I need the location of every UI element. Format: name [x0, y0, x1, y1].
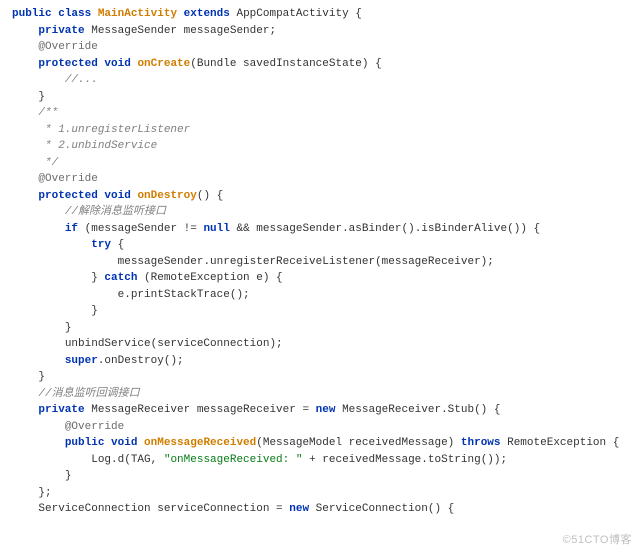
code-token: MainActivity: [98, 8, 177, 20]
code-token: new: [289, 503, 315, 515]
code-token: (messageSender !=: [85, 223, 204, 235]
code-token: MessageSender messageSender;: [91, 25, 276, 37]
code-line: protected void onCreate(Bundle savedInst…: [12, 56, 640, 73]
code-line: //解除消息监听接口: [12, 204, 640, 221]
code-token: @Override: [38, 41, 97, 53]
code-token: {: [118, 239, 125, 251]
code-token: (Bundle savedInstanceState) {: [190, 58, 381, 70]
code-token: //消息监听回调接口: [38, 388, 139, 400]
code-line: e.printStackTrace();: [12, 287, 640, 304]
code-token: /**: [38, 107, 58, 119]
code-token: //解除消息监听接口: [65, 206, 166, 218]
code-token: }: [38, 371, 45, 383]
code-token: "onMessageReceived: ": [164, 454, 303, 466]
code-token: @Override: [65, 421, 124, 433]
code-token: //...: [65, 74, 98, 86]
code-token: }: [91, 305, 98, 317]
code-token: ServiceConnection() {: [316, 503, 455, 515]
code-line: } catch (RemoteException e) {: [12, 270, 640, 287]
watermark: ©51CTO博客: [563, 532, 632, 549]
code-token: protected void: [38, 58, 137, 70]
code-token: RemoteException {: [507, 437, 619, 449]
code-line: * 2.unbindService: [12, 138, 640, 155]
code-token: public: [12, 8, 58, 20]
code-token: [177, 8, 184, 20]
code-token: }: [65, 322, 72, 334]
code-token: new: [316, 404, 342, 416]
code-line: public class MainActivity extends AppCom…: [12, 6, 640, 23]
code-line: ServiceConnection serviceConnection = ne…: [12, 501, 640, 518]
code-line: if (messageSender != null && messageSend…: [12, 221, 640, 238]
code-line: @Override: [12, 39, 640, 56]
code-line: private MessageReceiver messageReceiver …: [12, 402, 640, 419]
code-token: @Override: [38, 173, 97, 185]
code-token: private: [38, 404, 91, 416]
code-token: MessageReceiver.Stub() {: [342, 404, 500, 416]
code-line: unbindService(serviceConnection);: [12, 336, 640, 353]
code-token: (RemoteException e) {: [144, 272, 283, 284]
code-token: */: [38, 157, 58, 169]
code-token: if: [65, 223, 85, 235]
code-token: public void: [65, 437, 144, 449]
code-line: public void onMessageReceived(MessageMod…: [12, 435, 640, 452]
code-token: null: [203, 223, 236, 235]
code-token: AppCompatActivity {: [236, 8, 361, 20]
code-token: e.printStackTrace();: [118, 289, 250, 301]
code-token: }: [65, 470, 72, 482]
code-token: Log.d(TAG,: [91, 454, 164, 466]
code-token: onMessageReceived: [144, 437, 256, 449]
code-token: onCreate: [137, 58, 190, 70]
code-token: }: [38, 91, 45, 103]
code-line: protected void onDestroy() {: [12, 188, 640, 205]
code-line: messageSender.unregisterReceiveListener(…: [12, 254, 640, 271]
code-line: }: [12, 89, 640, 106]
code-token: super: [65, 355, 98, 367]
code-token: try: [91, 239, 117, 251]
code-token: private: [38, 25, 91, 37]
code-token: && messageSender.asBinder().isBinderAliv…: [236, 223, 540, 235]
code-line: };: [12, 485, 640, 502]
code-line: }: [12, 320, 640, 337]
code-token: (MessageModel receivedMessage): [256, 437, 461, 449]
code-line: @Override: [12, 171, 640, 188]
code-token: messageSender.unregisterReceiveListener(…: [118, 256, 494, 268]
code-token: MessageReceiver messageReceiver =: [91, 404, 315, 416]
code-token: class: [58, 8, 98, 20]
code-line: @Override: [12, 419, 640, 436]
code-token: };: [38, 487, 51, 499]
code-token: + receivedMessage.toString());: [302, 454, 507, 466]
code-token: ServiceConnection serviceConnection =: [38, 503, 289, 515]
code-token: throws: [461, 437, 507, 449]
code-token: () {: [197, 190, 223, 202]
code-token: catch: [104, 272, 144, 284]
code-line: * 1.unregisterListener: [12, 122, 640, 139]
code-block: public class MainActivity extends AppCom…: [0, 0, 640, 518]
code-line: private MessageSender messageSender;: [12, 23, 640, 40]
code-line: try {: [12, 237, 640, 254]
code-token: * 2.unbindService: [38, 140, 157, 152]
code-line: Log.d(TAG, "onMessageReceived: " + recei…: [12, 452, 640, 469]
code-token: .onDestroy();: [98, 355, 184, 367]
code-line: //消息监听回调接口: [12, 386, 640, 403]
code-line: super.onDestroy();: [12, 353, 640, 370]
code-token: extends: [184, 8, 237, 20]
code-line: }: [12, 303, 640, 320]
code-token: onDestroy: [137, 190, 196, 202]
code-line: /**: [12, 105, 640, 122]
code-token: unbindService(serviceConnection);: [65, 338, 283, 350]
code-line: }: [12, 468, 640, 485]
code-line: */: [12, 155, 640, 172]
code-token: protected void: [38, 190, 137, 202]
code-line: }: [12, 369, 640, 386]
code-token: * 1.unregisterListener: [38, 124, 190, 136]
code-token: }: [91, 272, 104, 284]
code-line: //...: [12, 72, 640, 89]
